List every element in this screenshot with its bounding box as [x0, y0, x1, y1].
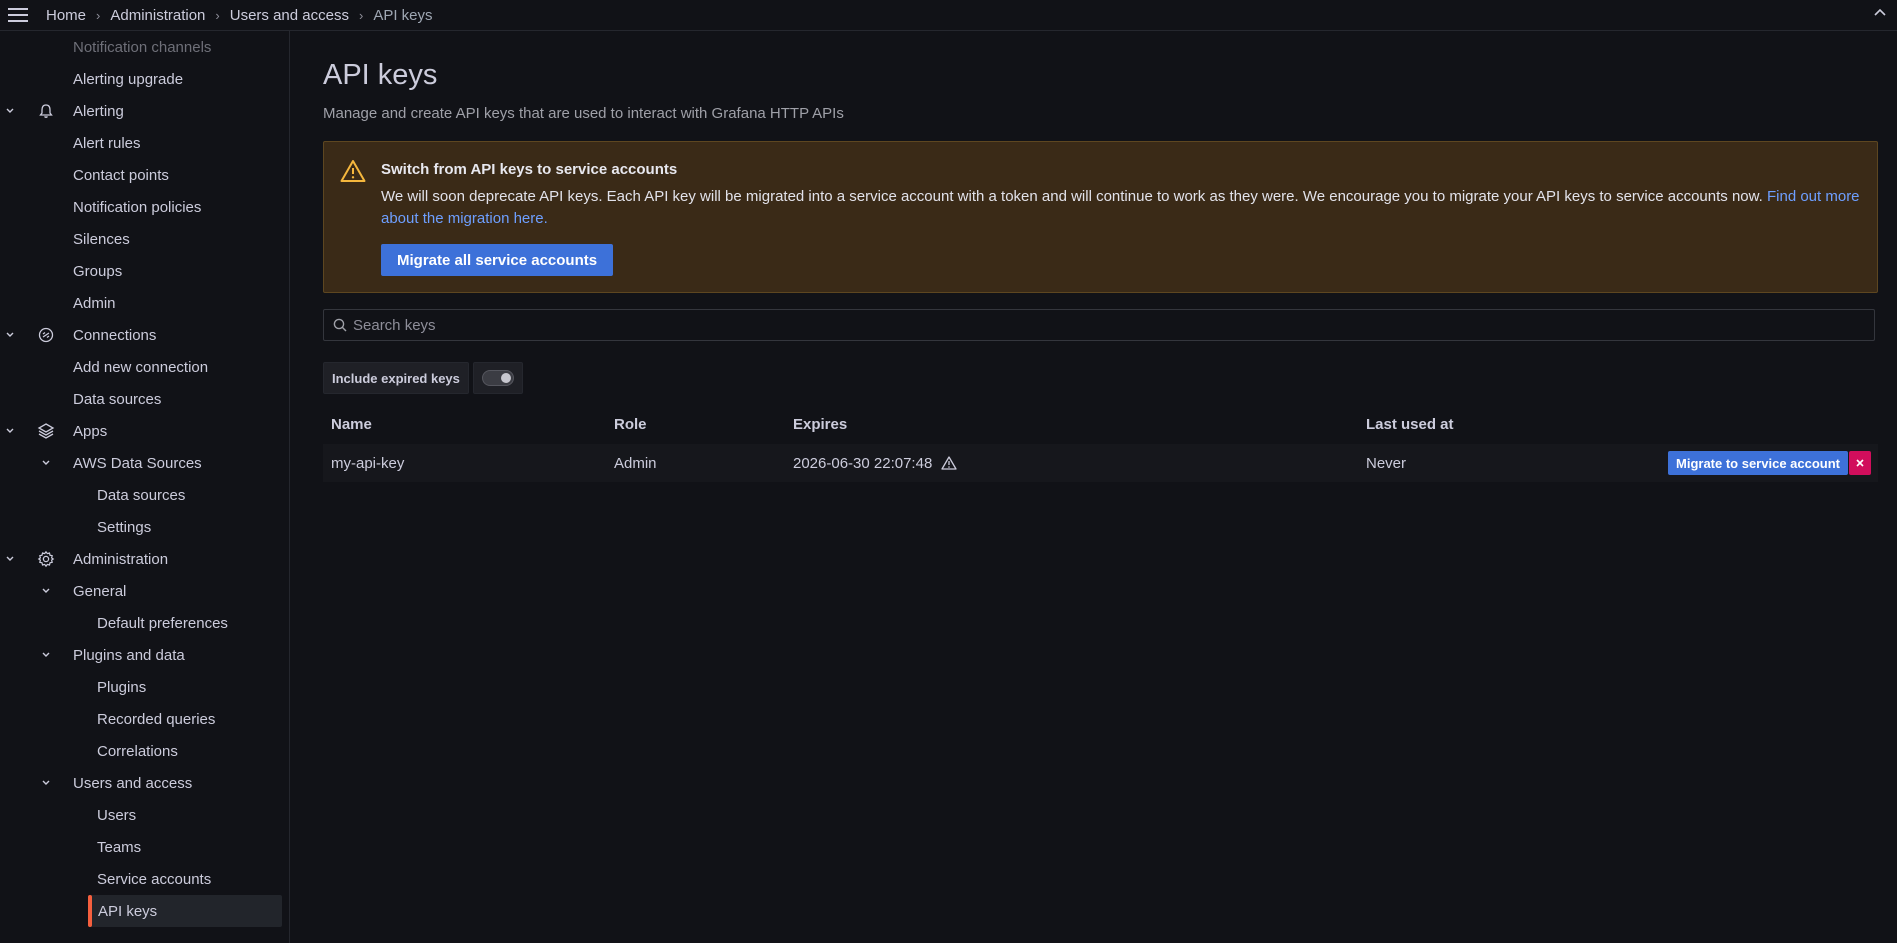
- sidebar-item-general[interactable]: General: [0, 575, 289, 607]
- delete-key-button[interactable]: [1849, 451, 1871, 475]
- include-expired-toggle[interactable]: [472, 362, 523, 394]
- sidebar-item-notification-policies[interactable]: Notification policies: [0, 191, 289, 223]
- key-name: my-api-key: [331, 454, 405, 472]
- column-header-expires: Expires: [793, 415, 848, 433]
- gear-icon: [37, 550, 55, 568]
- warning-icon: [941, 456, 957, 470]
- sidebar-item-notification-channels[interactable]: Notification channels: [0, 31, 289, 63]
- sidebar-item-aws-data-sources[interactable]: AWS Data Sources: [0, 447, 289, 479]
- sidebar-item-aws-settings[interactable]: Settings: [0, 511, 289, 543]
- table-row: my-api-key Admin 2026-06-30 22:07:48 Nev…: [323, 444, 1878, 482]
- column-header-name: Name: [331, 415, 372, 433]
- sidebar-item-users-and-access[interactable]: Users and access: [0, 767, 289, 799]
- search-icon: [333, 318, 347, 332]
- sidebar-item-silences[interactable]: Silences: [0, 223, 289, 255]
- key-role: Admin: [614, 454, 657, 472]
- bell-icon: [39, 104, 53, 118]
- breadcrumb-home[interactable]: Home: [46, 7, 86, 24]
- sidebar-item-alert-rules[interactable]: Alert rules: [0, 127, 289, 159]
- deprecation-alert: Switch from API keys to service accounts…: [323, 141, 1878, 293]
- sidebar-item-service-accounts[interactable]: Service accounts: [0, 863, 289, 895]
- sidebar-item-groups[interactable]: Groups: [0, 255, 289, 287]
- sidebar-item-add-new-connection[interactable]: Add new connection: [0, 351, 289, 383]
- sidebar-item-alerting-upgrade[interactable]: Alerting upgrade: [0, 63, 289, 95]
- key-last-used: Never: [1366, 454, 1407, 472]
- alert-title: Switch from API keys to service accounts: [381, 161, 678, 178]
- breadcrumb-separator-icon: ›: [96, 7, 101, 23]
- chevron-down-icon[interactable]: [40, 777, 52, 789]
- layers-icon: [37, 423, 55, 439]
- chevron-down-icon[interactable]: [4, 105, 16, 117]
- breadcrumb-users-and-access[interactable]: Users and access: [230, 7, 349, 24]
- sidebar-item-data-sources[interactable]: Data sources: [0, 383, 289, 415]
- key-expires: 2026-06-30 22:07:48: [793, 444, 957, 482]
- chevron-down-icon[interactable]: [4, 553, 16, 565]
- chevron-down-icon[interactable]: [40, 649, 52, 661]
- close-icon: [1856, 459, 1864, 467]
- search-field: [323, 309, 1875, 341]
- breadcrumb-api-keys: API keys: [373, 6, 433, 24]
- breadcrumb-separator-icon: ›: [215, 7, 220, 23]
- breadcrumb-administration[interactable]: Administration: [110, 7, 205, 24]
- sidebar-item-contact-points[interactable]: Contact points: [0, 159, 289, 191]
- chevron-down-icon[interactable]: [40, 457, 52, 469]
- migrate-all-button[interactable]: Migrate all service accounts: [381, 244, 614, 276]
- chevron-down-icon[interactable]: [4, 425, 16, 437]
- chevron-down-icon[interactable]: [40, 585, 52, 597]
- column-header-last-used: Last used at: [1366, 415, 1454, 433]
- sidebar-item-default-preferences[interactable]: Default preferences: [0, 607, 289, 639]
- sidebar-item-apps[interactable]: Apps: [0, 415, 289, 447]
- page-description: Manage and create API keys that are used…: [323, 105, 844, 122]
- include-expired-filter: Include expired keys: [323, 362, 523, 394]
- sidebar-item-alerting[interactable]: Alerting: [0, 95, 289, 127]
- alert-message-text: We will soon deprecate API keys. Each AP…: [381, 188, 1767, 205]
- chevron-up-icon[interactable]: [1871, 4, 1889, 22]
- warning-icon: [340, 160, 366, 182]
- sidebar-item-plugins-and-data[interactable]: Plugins and data: [0, 639, 289, 671]
- include-expired-label: Include expired keys: [323, 362, 469, 394]
- sidebar-item-admin[interactable]: Admin: [0, 287, 289, 319]
- sidebar-item-plugins[interactable]: Plugins: [0, 671, 289, 703]
- sidebar-item-api-keys[interactable]: API keys: [0, 895, 289, 927]
- sidebar-item-aws-data-sources-data-sources[interactable]: Data sources: [0, 479, 289, 511]
- column-header-role: Role: [614, 415, 647, 433]
- breadcrumb: Home › Administration › Users and access…: [46, 7, 433, 24]
- breadcrumb-separator-icon: ›: [358, 7, 364, 23]
- sidebar-item-recorded-queries[interactable]: Recorded queries: [0, 703, 289, 735]
- sidebar-item-users[interactable]: Users: [0, 799, 289, 831]
- chevron-down-icon[interactable]: [4, 329, 16, 341]
- menu-icon[interactable]: [0, 0, 36, 31]
- search-input[interactable]: [353, 316, 1853, 334]
- key-expires-value: 2026-06-30 22:07:48: [793, 454, 933, 472]
- sidebar-item-teams[interactable]: Teams: [0, 831, 289, 863]
- toggle-knob: [500, 373, 511, 383]
- alert-message: We will soon deprecate API keys. Each AP…: [381, 186, 1861, 230]
- top-bar: Home › Administration › Users and access…: [0, 0, 1897, 31]
- link-icon: [38, 327, 54, 343]
- sidebar-item-connections[interactable]: Connections: [0, 319, 289, 351]
- sidebar: Notification channels Alerting upgrade A…: [0, 31, 290, 943]
- page-title: API keys: [323, 59, 438, 91]
- sidebar-item-correlations[interactable]: Correlations: [0, 735, 289, 767]
- active-item-indicator: [88, 895, 92, 927]
- toggle-switch[interactable]: [481, 370, 514, 386]
- sidebar-item-administration[interactable]: Administration: [0, 543, 289, 575]
- migrate-to-service-account-button[interactable]: Migrate to service account: [1668, 451, 1848, 475]
